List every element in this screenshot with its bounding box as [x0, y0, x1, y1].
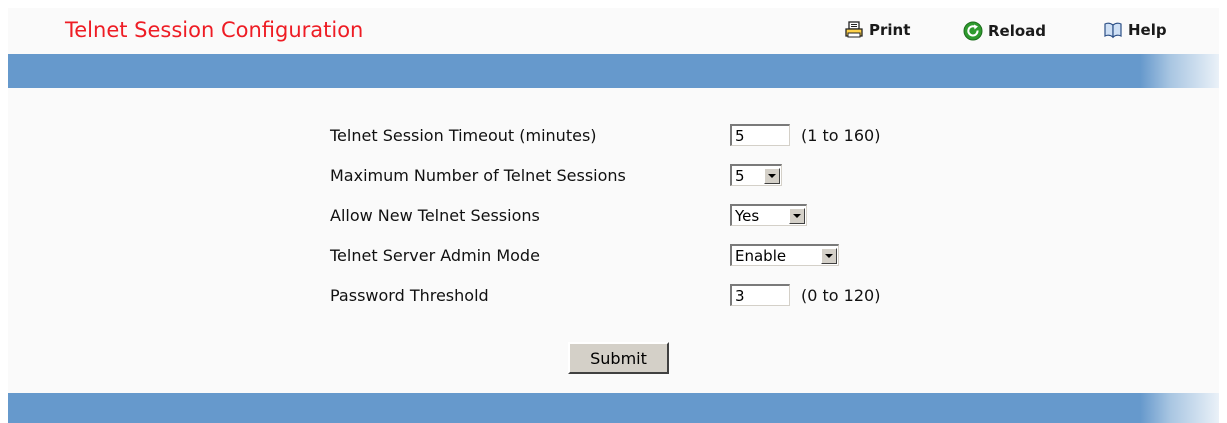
print-link[interactable]: Print	[844, 21, 910, 39]
max-sessions-row: Maximum Number of Telnet Sessions 5	[330, 162, 782, 188]
password-threshold-range-hint: (0 to 120)	[801, 285, 881, 305]
top-banner-bar	[8, 54, 1219, 88]
admin-mode-select[interactable]: Enable	[730, 244, 839, 266]
timeout-range-hint: (1 to 160)	[801, 125, 881, 145]
help-label: Help	[1128, 21, 1167, 39]
max-sessions-value: 5	[735, 166, 745, 185]
chevron-down-icon[interactable]	[789, 207, 805, 224]
submit-button[interactable]: Submit	[568, 342, 669, 374]
reload-label: Reload	[988, 22, 1047, 40]
password-threshold-row: Password Threshold (0 to 120)	[330, 282, 880, 308]
admin-mode-label: Telnet Server Admin Mode	[330, 245, 540, 265]
page: Telnet Session Configuration Print Reloa…	[8, 8, 1219, 423]
printer-icon	[844, 21, 864, 39]
timeout-input[interactable]	[730, 124, 790, 146]
admin-mode-value: Enable	[735, 246, 787, 265]
page-title: Telnet Session Configuration	[65, 18, 364, 42]
admin-mode-row: Telnet Server Admin Mode Enable	[330, 242, 839, 268]
password-threshold-input[interactable]	[730, 284, 790, 306]
allow-new-row: Allow New Telnet Sessions Yes	[330, 202, 807, 228]
print-label: Print	[869, 21, 911, 39]
max-sessions-select[interactable]: 5	[730, 164, 782, 186]
allow-new-select[interactable]: Yes	[730, 204, 807, 226]
header: Telnet Session Configuration Print Reloa…	[8, 8, 1219, 54]
allow-new-value: Yes	[735, 206, 760, 225]
telnet-config-form: Telnet Session Timeout (minutes) (1 to 1…	[8, 88, 1219, 393]
bottom-banner-bar	[8, 393, 1219, 423]
timeout-label: Telnet Session Timeout (minutes)	[330, 125, 597, 145]
max-sessions-label: Maximum Number of Telnet Sessions	[330, 165, 626, 185]
password-threshold-label: Password Threshold	[330, 285, 489, 305]
allow-new-label: Allow New Telnet Sessions	[330, 205, 540, 225]
book-icon	[1103, 21, 1123, 39]
reload-icon	[963, 21, 983, 41]
timeout-row: Telnet Session Timeout (minutes) (1 to 1…	[330, 122, 880, 148]
chevron-down-icon[interactable]	[764, 167, 780, 184]
reload-link[interactable]: Reload	[963, 21, 1046, 41]
chevron-down-icon[interactable]	[821, 247, 837, 264]
help-link[interactable]: Help	[1103, 21, 1167, 39]
